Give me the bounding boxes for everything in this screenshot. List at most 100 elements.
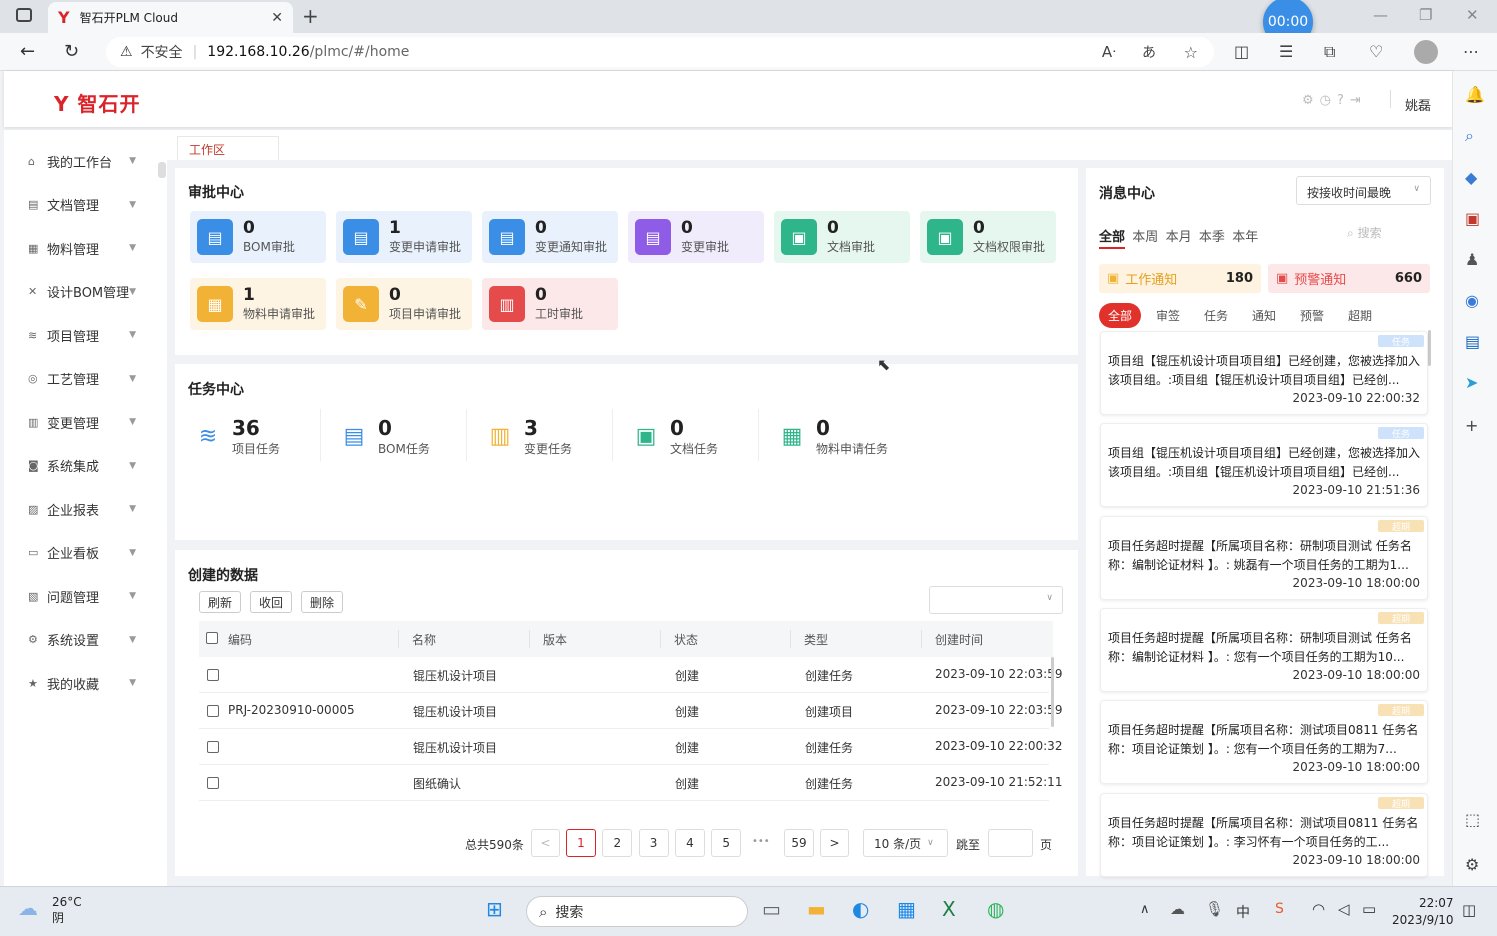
profile-avatar[interactable] bbox=[1414, 40, 1438, 64]
jump-page-input[interactable] bbox=[988, 829, 1033, 857]
column-header[interactable]: 编码 bbox=[228, 631, 252, 648]
task-item[interactable]: ▤ 0 BOM任务 bbox=[336, 406, 482, 466]
message-card[interactable]: 超期 项目任务超时提醒【所属项目名称：研制项目测试 任务名称：编制论证材料 】。… bbox=[1100, 515, 1428, 600]
message-card[interactable]: 超期 项目任务超时提醒【所属项目名称：测试项目0811 任务名称：项目论证策划 … bbox=[1100, 700, 1428, 785]
row-checkbox[interactable] bbox=[207, 741, 219, 753]
address-bar[interactable]: ⚠ 不安全 | 192.168.10.26/plmc/#/home Aᐧ あ ☆ bbox=[106, 37, 1214, 67]
sidebar-item[interactable]: ▧ 问题管理 ▼ bbox=[28, 586, 158, 606]
notification-center-icon[interactable]: ◫ bbox=[1462, 901, 1476, 919]
approval-card[interactable]: ▣ 0 文档权限审批 bbox=[920, 211, 1056, 263]
browser-tab[interactable]: Y 智石开PLM Cloud ✕ bbox=[48, 2, 293, 33]
sidebar-item[interactable]: ▥ 变更管理 ▼ bbox=[28, 412, 158, 432]
page-button[interactable]: 5 bbox=[711, 829, 742, 857]
notifications-bell-icon[interactable]: 🔔 bbox=[1465, 85, 1485, 104]
period-tab[interactable]: 全部 bbox=[1099, 226, 1126, 249]
history-icon[interactable]: ◷ bbox=[1320, 93, 1337, 108]
table-scrollbar[interactable] bbox=[1051, 657, 1054, 727]
microphone-icon[interactable]: 🎙 bbox=[1205, 900, 1224, 918]
filter-chip[interactable]: 通知 bbox=[1243, 303, 1285, 328]
page-button[interactable]: 4 bbox=[674, 829, 705, 857]
message-search[interactable]: ⌕ 搜索 bbox=[1347, 224, 1382, 241]
screenshot-icon[interactable]: ⬚ bbox=[1465, 810, 1480, 829]
filter-chip[interactable]: 全部 bbox=[1099, 303, 1141, 328]
translate-icon[interactable]: あ bbox=[1142, 42, 1156, 62]
app-logo[interactable]: Y 智石开 bbox=[54, 88, 140, 117]
page-button[interactable]: 3 bbox=[638, 829, 669, 857]
task-item[interactable]: ▦ 0 物料申请任务 bbox=[774, 406, 920, 466]
table-row[interactable] bbox=[199, 765, 1049, 801]
approval-card[interactable]: ▤ 0 变更审批 bbox=[628, 211, 764, 263]
favorite-star-icon[interactable]: ☆ bbox=[1184, 43, 1198, 62]
sidebar-item[interactable]: ◎ 工艺管理 ▼ bbox=[28, 369, 158, 389]
add-sidebar-icon[interactable]: + bbox=[1465, 416, 1478, 435]
wifi-icon[interactable]: ◠ bbox=[1312, 900, 1325, 918]
sidebar-item[interactable]: ★ 我的收藏 ▼ bbox=[28, 673, 158, 693]
weather-widget[interactable]: ☁ 26°C 阴 bbox=[18, 894, 82, 926]
sogou-icon[interactable]: S bbox=[1275, 901, 1284, 917]
approval-card[interactable]: ▣ 0 文档审批 bbox=[774, 211, 910, 263]
sidebar-item[interactable]: ≋ 项目管理 ▼ bbox=[28, 325, 158, 345]
shopping-tag-icon[interactable]: ◆ bbox=[1465, 168, 1477, 187]
more-options-icon[interactable]: ⋯ bbox=[1463, 42, 1479, 61]
sidebar-item[interactable]: ⌂ 我的工作台 ▼ bbox=[28, 151, 158, 171]
office-icon[interactable]: ◉ bbox=[1465, 291, 1479, 310]
file-explorer-icon[interactable]: ▬ bbox=[807, 897, 826, 921]
warn-notice-card[interactable]: ▣ 预警通知 660 bbox=[1268, 264, 1430, 293]
table-row[interactable] bbox=[199, 729, 1049, 765]
send-icon[interactable]: ➤ bbox=[1465, 373, 1478, 392]
split-screen-icon[interactable]: ◫ bbox=[1234, 42, 1249, 61]
close-window-icon[interactable]: ✕ bbox=[1466, 6, 1479, 24]
column-header[interactable]: 版本 bbox=[543, 631, 567, 648]
volume-icon[interactable]: ◁ bbox=[1338, 900, 1350, 918]
approval-card[interactable]: ✎ 0 项目申请审批 bbox=[336, 278, 472, 330]
minimize-icon[interactable]: — bbox=[1373, 6, 1388, 24]
period-tab[interactable]: 本季 bbox=[1199, 226, 1225, 245]
system-clock[interactable]: 22:07 2023/9/10 bbox=[1392, 895, 1454, 929]
help-icon[interactable]: ? bbox=[1337, 93, 1350, 108]
page-button[interactable]: 2 bbox=[602, 829, 633, 857]
sidebar-item[interactable]: ▦ 物料管理 ▼ bbox=[28, 238, 158, 258]
extensions-icon[interactable]: ♡ bbox=[1369, 42, 1383, 61]
approval-card[interactable]: ▦ 1 物料申请审批 bbox=[190, 278, 326, 330]
edge-icon[interactable]: ◐ bbox=[852, 897, 869, 921]
recall-button[interactable]: 收回 bbox=[250, 591, 292, 613]
side-search-icon[interactable]: ⌕ bbox=[1465, 126, 1474, 146]
back-icon[interactable]: ← bbox=[20, 41, 35, 62]
maximize-icon[interactable]: ❐ bbox=[1419, 6, 1432, 24]
tab-actions-icon[interactable] bbox=[16, 8, 32, 22]
message-card[interactable]: 超期 项目任务超时提醒【所属项目名称：测试项目0811 任务名称：项目论证策划 … bbox=[1100, 792, 1428, 877]
start-icon[interactable]: ⊞ bbox=[486, 897, 503, 921]
filter-chip[interactable]: 任务 bbox=[1195, 303, 1237, 328]
delete-button[interactable]: 删除 bbox=[301, 591, 343, 613]
column-header[interactable]: 类型 bbox=[804, 631, 828, 648]
sort-select[interactable]: 按接收时间最晚 ∨ bbox=[1296, 176, 1431, 205]
tools-icon[interactable]: ▣ bbox=[1465, 209, 1480, 228]
period-tab[interactable]: 本月 bbox=[1166, 226, 1192, 245]
refresh-button[interactable]: 刷新 bbox=[199, 591, 241, 613]
ime-indicator[interactable]: 中 bbox=[1236, 902, 1250, 922]
close-tab-icon[interactable]: ✕ bbox=[271, 10, 283, 26]
period-tab[interactable]: 本周 bbox=[1132, 226, 1158, 245]
menu-scrollbar[interactable] bbox=[158, 162, 166, 178]
approval-card[interactable]: ▤ 0 变更通知审批 bbox=[482, 211, 618, 263]
column-header[interactable]: 创建时间 bbox=[935, 631, 983, 648]
prev-page-icon[interactable]: < bbox=[531, 829, 560, 857]
message-card[interactable]: 任务 项目组【锟压机设计项目项目组】已经创建，您被选择加入该项目组。:项目组【锟… bbox=[1100, 331, 1428, 415]
page-ellipsis[interactable]: ••• bbox=[752, 836, 770, 847]
onedrive-icon[interactable]: ☁ bbox=[1170, 900, 1185, 918]
column-header[interactable]: 状态 bbox=[674, 631, 698, 648]
store-icon[interactable]: ▦ bbox=[897, 897, 916, 921]
favorites-icon[interactable]: ☰ bbox=[1279, 42, 1293, 61]
row-checkbox[interactable] bbox=[207, 777, 219, 789]
sidebar-item[interactable]: ▭ 企业看板 ▼ bbox=[28, 543, 158, 563]
tab-workspace[interactable]: 工作区 bbox=[177, 136, 279, 160]
battery-icon[interactable]: ▭ bbox=[1362, 900, 1376, 918]
message-scrollbar[interactable] bbox=[1428, 330, 1431, 366]
sidebar-item[interactable]: ▤ 文档管理 ▼ bbox=[28, 195, 158, 215]
task-view-icon[interactable]: ▭ bbox=[762, 897, 781, 921]
people-icon[interactable]: ♟ bbox=[1465, 250, 1479, 269]
reload-icon[interactable]: ↻ bbox=[64, 41, 79, 62]
approval-card[interactable]: ▤ 0 BOM审批 bbox=[190, 211, 326, 263]
row-checkbox[interactable] bbox=[207, 669, 219, 681]
row-checkbox[interactable] bbox=[207, 705, 219, 717]
